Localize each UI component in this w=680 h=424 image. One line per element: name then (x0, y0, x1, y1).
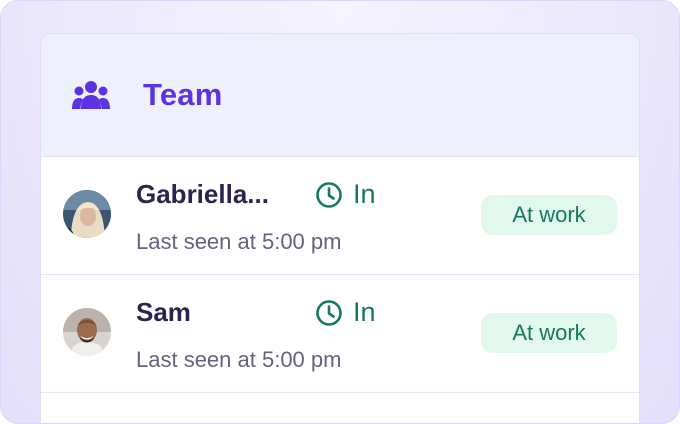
status-badge[interactable]: At work (481, 313, 617, 353)
last-seen-text: Last seen at 5:00 pm (136, 229, 342, 254)
clock-in-status: In (315, 179, 376, 210)
avatar (63, 190, 111, 238)
status-label: In (353, 297, 376, 327)
app-frame: Team Gabriella... In Last seen at 5:00 p… (0, 0, 680, 424)
clock-icon (316, 181, 342, 208)
member-name: Sam (136, 297, 191, 327)
team-member-row[interactable]: Gabriella... In Last seen at 5:00 pm At … (41, 157, 639, 275)
member-name: Gabriella... (136, 179, 269, 209)
team-member-row[interactable]: Sam In Last seen at 5:00 pm At work (41, 275, 639, 393)
team-card-header: Team (41, 34, 639, 157)
status-badge[interactable]: At work (481, 195, 617, 235)
status-label: In (353, 179, 376, 209)
avatar (63, 308, 111, 356)
team-icon (71, 78, 111, 112)
team-card: Team Gabriella... In Last seen at 5:00 p… (40, 33, 640, 423)
page-title: Team (143, 77, 223, 112)
last-seen-text: Last seen at 5:00 pm (136, 347, 342, 372)
clock-in-status: In (315, 297, 376, 328)
clock-icon (316, 299, 342, 326)
